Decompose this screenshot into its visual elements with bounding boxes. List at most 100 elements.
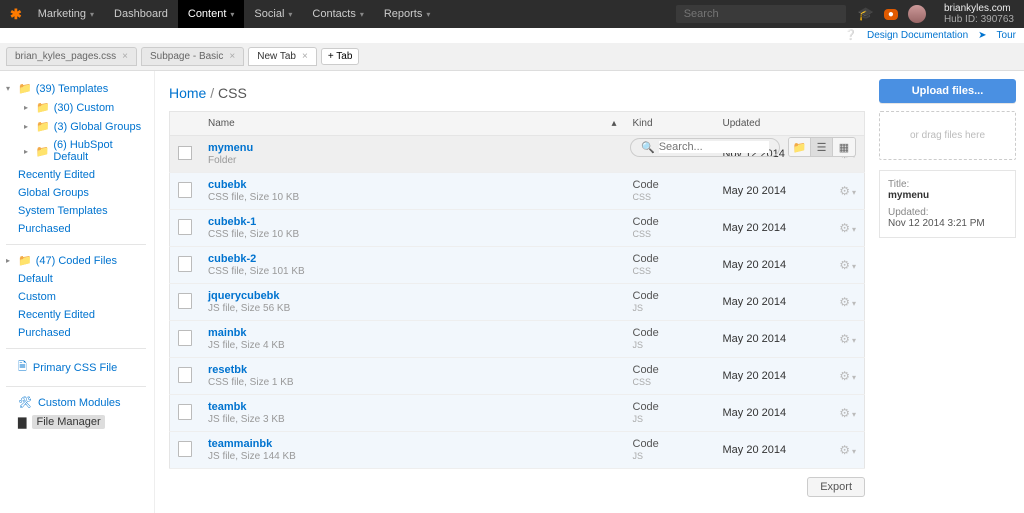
- chevron-down-icon[interactable]: ▾: [852, 410, 856, 419]
- chevron-down-icon[interactable]: ▾: [852, 336, 856, 345]
- chevron-down-icon[interactable]: ▾: [852, 373, 856, 382]
- col-header-name[interactable]: Name: [200, 112, 603, 136]
- file-meta: CSS file, Size 10 KB: [208, 192, 299, 203]
- close-icon[interactable]: ×: [122, 51, 128, 62]
- file-kind-sub: JS: [633, 451, 644, 461]
- avatar[interactable]: [908, 5, 926, 23]
- sidebar-link[interactable]: Purchased: [6, 324, 146, 342]
- sort-indicator[interactable]: ▴: [603, 112, 624, 136]
- file-meta: Folder: [208, 155, 236, 166]
- file-name-link[interactable]: mainbk: [208, 327, 595, 339]
- tab[interactable]: New Tab×: [248, 47, 317, 66]
- chevron-down-icon[interactable]: ▾: [852, 225, 856, 234]
- view-folder-button[interactable]: 📁: [789, 138, 811, 156]
- gear-icon[interactable]: ⚙: [839, 221, 850, 235]
- file-name-link[interactable]: resetbk: [208, 364, 595, 376]
- nav-reports[interactable]: Reports▾: [374, 0, 441, 28]
- view-list-button[interactable]: ☰: [811, 138, 833, 156]
- gear-icon[interactable]: ⚙: [839, 258, 850, 272]
- gear-icon[interactable]: ⚙: [839, 443, 850, 457]
- gear-icon[interactable]: ⚙: [839, 295, 850, 309]
- file-meta: JS file, Size 56 KB: [208, 303, 290, 314]
- checkbox[interactable]: [178, 146, 192, 160]
- gear-icon[interactable]: ⚙: [839, 406, 850, 420]
- file-name-link[interactable]: mymenu: [208, 142, 595, 154]
- user-menu[interactable]: briankyles.com Hub ID: 390763: [944, 3, 1014, 25]
- nav-content[interactable]: Content▾: [178, 0, 245, 28]
- export-button[interactable]: Export: [807, 477, 865, 497]
- nav-social[interactable]: Social▾: [244, 0, 302, 28]
- file-kind-sub: JS: [633, 303, 644, 313]
- table-row[interactable]: jquerycubebkJS file, Size 56 KBCodeJSMay…: [170, 284, 865, 321]
- table-row[interactable]: mainbkJS file, Size 4 KBCodeJSMay 20 201…: [170, 321, 865, 358]
- chevron-down-icon[interactable]: ▾: [852, 447, 856, 456]
- sidebar-link[interactable]: Purchased: [6, 220, 146, 238]
- academy-icon[interactable]: 🎓: [858, 6, 874, 22]
- breadcrumb-home[interactable]: Home: [169, 85, 206, 101]
- file-name-link[interactable]: teambk: [208, 401, 595, 413]
- custom-modules-link[interactable]: 🛠 Custom Modules: [6, 393, 146, 412]
- sidebar-link[interactable]: Recently Edited: [6, 306, 146, 324]
- tour-link[interactable]: Tour: [997, 30, 1016, 41]
- file-kind: Code: [633, 290, 659, 302]
- nav-marketing[interactable]: Marketing▾: [28, 0, 104, 28]
- table-row[interactable]: cubebk-1CSS file, Size 10 KBCodeCSSMay 2…: [170, 210, 865, 247]
- file-icon: [178, 404, 192, 420]
- tab[interactable]: Subpage - Basic×: [141, 47, 244, 66]
- tree-coded-root[interactable]: ▸ 📁 (47) Coded Files: [6, 251, 146, 270]
- chevron-down-icon[interactable]: ▾: [852, 299, 856, 308]
- table-row[interactable]: teammainbkJS file, Size 144 KBCodeJSMay …: [170, 432, 865, 469]
- tree-item[interactable]: ▸📁(30) Custom: [24, 98, 146, 117]
- dropzone[interactable]: or drag files here: [879, 111, 1016, 160]
- file-name-link[interactable]: cubebk: [208, 179, 595, 191]
- tree-item[interactable]: ▸📁(3) Global Groups: [24, 117, 146, 136]
- close-icon[interactable]: ×: [229, 51, 235, 62]
- sidebar-link[interactable]: Default: [6, 270, 146, 288]
- design-documentation-link[interactable]: Design Documentation: [867, 30, 968, 41]
- sidebar-link[interactable]: Global Groups: [6, 184, 146, 202]
- file-updated: May 20 2014: [715, 395, 825, 432]
- help-icon[interactable]: ❔: [845, 30, 857, 41]
- gear-icon[interactable]: ⚙: [839, 369, 850, 383]
- file-kind: Code: [633, 216, 659, 228]
- tour-icon[interactable]: ➤: [978, 30, 986, 41]
- view-grid-button[interactable]: ▦: [833, 138, 855, 156]
- file-manager-link[interactable]: ▇ File Manager: [6, 412, 146, 432]
- file-name-link[interactable]: teammainbk: [208, 438, 595, 450]
- hubspot-logo-icon: ✱: [10, 6, 22, 23]
- file-icon: [178, 293, 192, 309]
- table-row[interactable]: teambkJS file, Size 3 KBCodeJSMay 20 201…: [170, 395, 865, 432]
- file-name-link[interactable]: jquerycubebk: [208, 290, 595, 302]
- sidebar-link[interactable]: Custom: [6, 288, 146, 306]
- file-search-input[interactable]: [659, 141, 769, 153]
- file-name-link[interactable]: cubebk-1: [208, 216, 595, 228]
- close-icon[interactable]: ×: [302, 51, 308, 62]
- sidebar-link[interactable]: System Templates: [6, 202, 146, 220]
- chevron-down-icon[interactable]: ▾: [852, 188, 856, 197]
- col-header-kind[interactable]: Kind: [625, 112, 715, 136]
- add-tab-button[interactable]: + Tab: [321, 48, 360, 65]
- tree-item[interactable]: ▸📁(6) HubSpot Default: [24, 136, 146, 166]
- notifications-icon[interactable]: ●: [884, 9, 898, 20]
- col-header-updated[interactable]: Updated: [715, 112, 825, 136]
- nav-contacts[interactable]: Contacts▾: [302, 0, 373, 28]
- chevron-down-icon[interactable]: ▾: [852, 262, 856, 271]
- table-row[interactable]: resetbkCSS file, Size 1 KBCodeCSSMay 20 …: [170, 358, 865, 395]
- global-search-input[interactable]: [676, 5, 846, 23]
- sidebar-link[interactable]: Recently Edited: [6, 166, 146, 184]
- file-search[interactable]: 🔍: [630, 138, 780, 157]
- folder-icon: 📁: [36, 145, 50, 158]
- table-row[interactable]: cubebk-2CSS file, Size 101 KBCodeCSSMay …: [170, 247, 865, 284]
- table-row[interactable]: cubebkCSS file, Size 10 KBCodeCSSMay 20 …: [170, 173, 865, 210]
- tab[interactable]: brian_kyles_pages.css×: [6, 47, 137, 66]
- upload-files-button[interactable]: Upload files...: [879, 79, 1016, 103]
- primary-css-link[interactable]: 🗎 Primary CSS File: [6, 355, 146, 380]
- file-name-link[interactable]: cubebk-2: [208, 253, 595, 265]
- folder-icon: 📁: [36, 120, 50, 133]
- gear-icon[interactable]: ⚙: [839, 332, 850, 346]
- gear-icon[interactable]: ⚙: [839, 184, 850, 198]
- tree-templates-root[interactable]: ▾ 📁 (39) Templates: [6, 79, 146, 98]
- file-meta: CSS file, Size 101 KB: [208, 266, 305, 277]
- file-kind: Code: [633, 401, 659, 413]
- nav-dashboard[interactable]: Dashboard: [104, 0, 178, 28]
